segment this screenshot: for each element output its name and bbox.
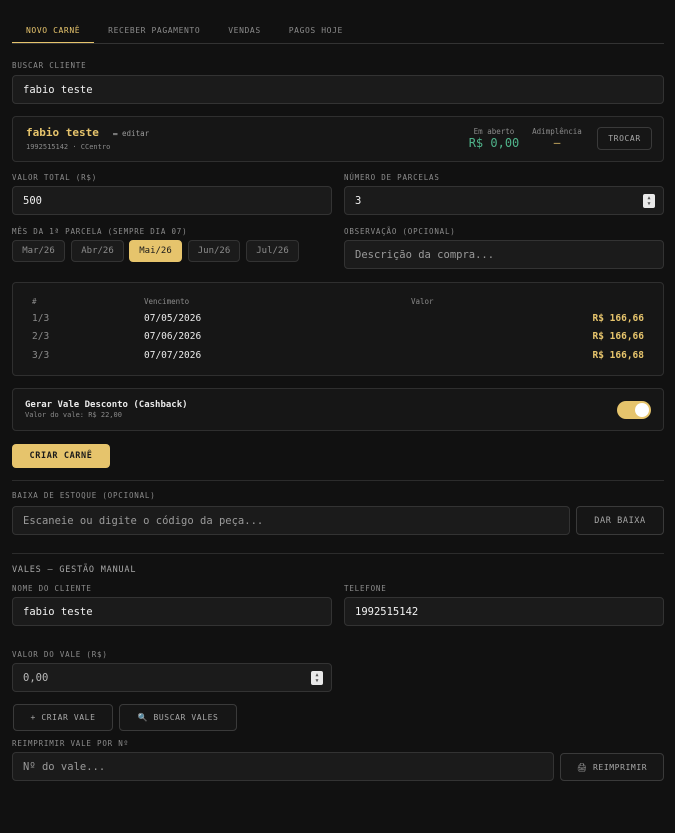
client-subline: 1992515142 · CCentro	[26, 143, 111, 151]
search-label: BUSCAR CLIENTE	[12, 61, 87, 70]
create-carne-button[interactable]: CRIAR CARNÊ	[12, 444, 110, 468]
table-row-index: 2/3	[32, 331, 50, 342]
total-label: VALOR TOTAL (R$)	[12, 173, 98, 182]
edit-client-link[interactable]: ▬ editar	[113, 129, 149, 138]
adimplencia-value: —	[553, 136, 561, 149]
edit-dash-icon: ▬	[113, 129, 123, 138]
table-header-value: Valor	[411, 297, 434, 306]
total-value: 500	[23, 194, 42, 207]
cashback-card: Gerar Vale Desconto (Cashback) Valor do …	[12, 388, 664, 431]
voucher-client-value: fabio teste	[23, 605, 93, 618]
month-option-jul[interactable]: Jul/26	[246, 240, 299, 262]
cashback-title: Gerar Vale Desconto (Cashback)	[25, 400, 188, 410]
client-name: fabio teste	[26, 126, 99, 139]
voucher-number-placeholder: Nº do vale...	[23, 760, 106, 773]
voucher-phone-value: 1992515142	[355, 605, 419, 618]
create-voucher-button[interactable]: + CRIAR VALE	[13, 704, 113, 731]
stock-code-input[interactable]: Escaneie ou digite o código da peça...	[12, 506, 570, 535]
tab-bar: NOVO CARNÊ RECEBER PAGAMENTO VENDAS PAGO…	[12, 20, 664, 44]
table-row-due: 07/05/2026	[144, 313, 202, 324]
voucher-amount-label: VALOR DO VALE (R$)	[12, 650, 108, 659]
table-row-index: 1/3	[32, 313, 50, 324]
tab-pagos-hoje[interactable]: PAGOS HOJE	[275, 20, 357, 43]
edit-client-label: editar	[122, 129, 150, 138]
open-balance: Em aberto R$ 0,00	[459, 127, 529, 150]
client-search-input[interactable]: fabio teste	[12, 75, 664, 104]
reprint-label: REIMPRIMIR VALE POR Nº	[12, 739, 129, 748]
installments-stepper-icon[interactable]: ▲ ▼	[643, 193, 655, 208]
month-option-abr[interactable]: Abr/26	[71, 240, 124, 262]
adimplencia-label: Adimplência	[532, 127, 582, 136]
divider	[12, 553, 664, 554]
month-option-mar[interactable]: Mar/26	[12, 240, 65, 262]
voucher-amount-stepper-icon[interactable]: ▲ ▼	[311, 670, 323, 685]
cashback-toggle[interactable]	[617, 401, 651, 419]
month-option-mai[interactable]: Mai/26	[129, 240, 182, 262]
reprint-voucher-button[interactable]: 🖨 REIMPRIMIR	[560, 753, 664, 781]
note-label: OBSERVAÇÃO (OPCIONAL)	[344, 227, 456, 236]
voucher-amount-input[interactable]: 0,00 ▲ ▼	[12, 663, 332, 692]
installments-label: NÚMERO DE PARCELAS	[344, 173, 440, 182]
tab-novo-carne[interactable]: NOVO CARNÊ	[12, 20, 95, 43]
cashback-subtitle: Valor do vale: R$ 22,00	[25, 411, 122, 419]
voucher-client-label: NOME DO CLIENTE	[12, 584, 92, 593]
stock-label: BAIXA DE ESTOQUE (OPCIONAL)	[12, 491, 156, 500]
search-vouchers-button[interactable]: 🔍 BUSCAR VALES	[119, 704, 237, 731]
table-header-due: Vencimento	[144, 297, 190, 306]
stock-writeoff-button[interactable]: DAR BAIXA	[576, 506, 664, 535]
total-value-input[interactable]: 500	[12, 186, 332, 215]
table-row-value: R$ 166,66	[592, 331, 644, 342]
vouchers-title: VALES — GESTÃO MANUAL	[12, 565, 137, 575]
tab-receber-pagamento[interactable]: RECEBER PAGAMENTO	[94, 20, 214, 43]
voucher-phone-label: TELEFONE	[344, 584, 387, 593]
voucher-amount-value: 0,00	[23, 671, 49, 684]
client-card: fabio teste ▬ editar 1992515142 · CCentr…	[12, 116, 664, 162]
table-row-value: R$ 166,66	[592, 313, 644, 324]
tab-vendas[interactable]: VENDAS	[214, 20, 275, 43]
divider	[12, 480, 664, 481]
note-input[interactable]: Descrição da compra...	[344, 240, 664, 269]
client-search-value: fabio teste	[23, 83, 93, 96]
stock-code-placeholder: Escaneie ou digite o código da peça...	[23, 514, 264, 527]
table-header-index: #	[32, 297, 37, 306]
voucher-phone-input[interactable]: 1992515142	[344, 597, 664, 626]
toggle-knob	[635, 403, 649, 417]
voucher-number-input[interactable]: Nº do vale...	[12, 752, 554, 781]
month-label: MÊS DA 1ª PARCELA (SEMPRE DIA 07)	[12, 227, 188, 236]
adimplencia: Adimplência —	[525, 127, 589, 149]
voucher-client-input[interactable]: fabio teste	[12, 597, 332, 626]
installments-value: 3	[355, 194, 362, 207]
installments-table: # Vencimento Valor 1/3 07/05/2026 R$ 166…	[12, 282, 664, 376]
table-row-due: 07/06/2026	[144, 331, 202, 342]
month-option-jun[interactable]: Jun/26	[188, 240, 240, 262]
open-balance-value: R$ 0,00	[468, 136, 520, 150]
table-row-index: 3/3	[32, 350, 50, 361]
swap-client-button[interactable]: TROCAR	[597, 127, 652, 150]
table-row-due: 07/07/2026	[144, 350, 202, 361]
open-balance-label: Em aberto	[473, 127, 515, 136]
installments-input[interactable]: 3 ▲ ▼	[344, 186, 664, 215]
note-placeholder: Descrição da compra...	[355, 248, 495, 261]
table-row-value: R$ 166,68	[592, 350, 644, 361]
